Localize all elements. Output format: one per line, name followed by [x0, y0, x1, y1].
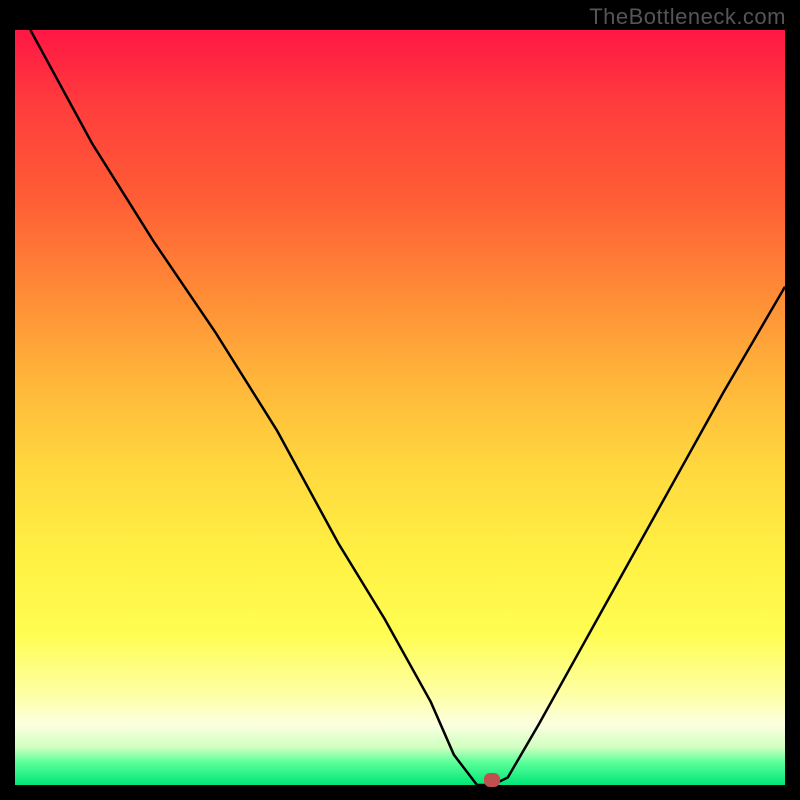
chart-plot-area [15, 30, 785, 785]
chart-curve-path [30, 30, 785, 785]
chart-marker [484, 773, 500, 787]
watermark-text: TheBottleneck.com [589, 4, 786, 30]
chart-curve [15, 30, 785, 785]
